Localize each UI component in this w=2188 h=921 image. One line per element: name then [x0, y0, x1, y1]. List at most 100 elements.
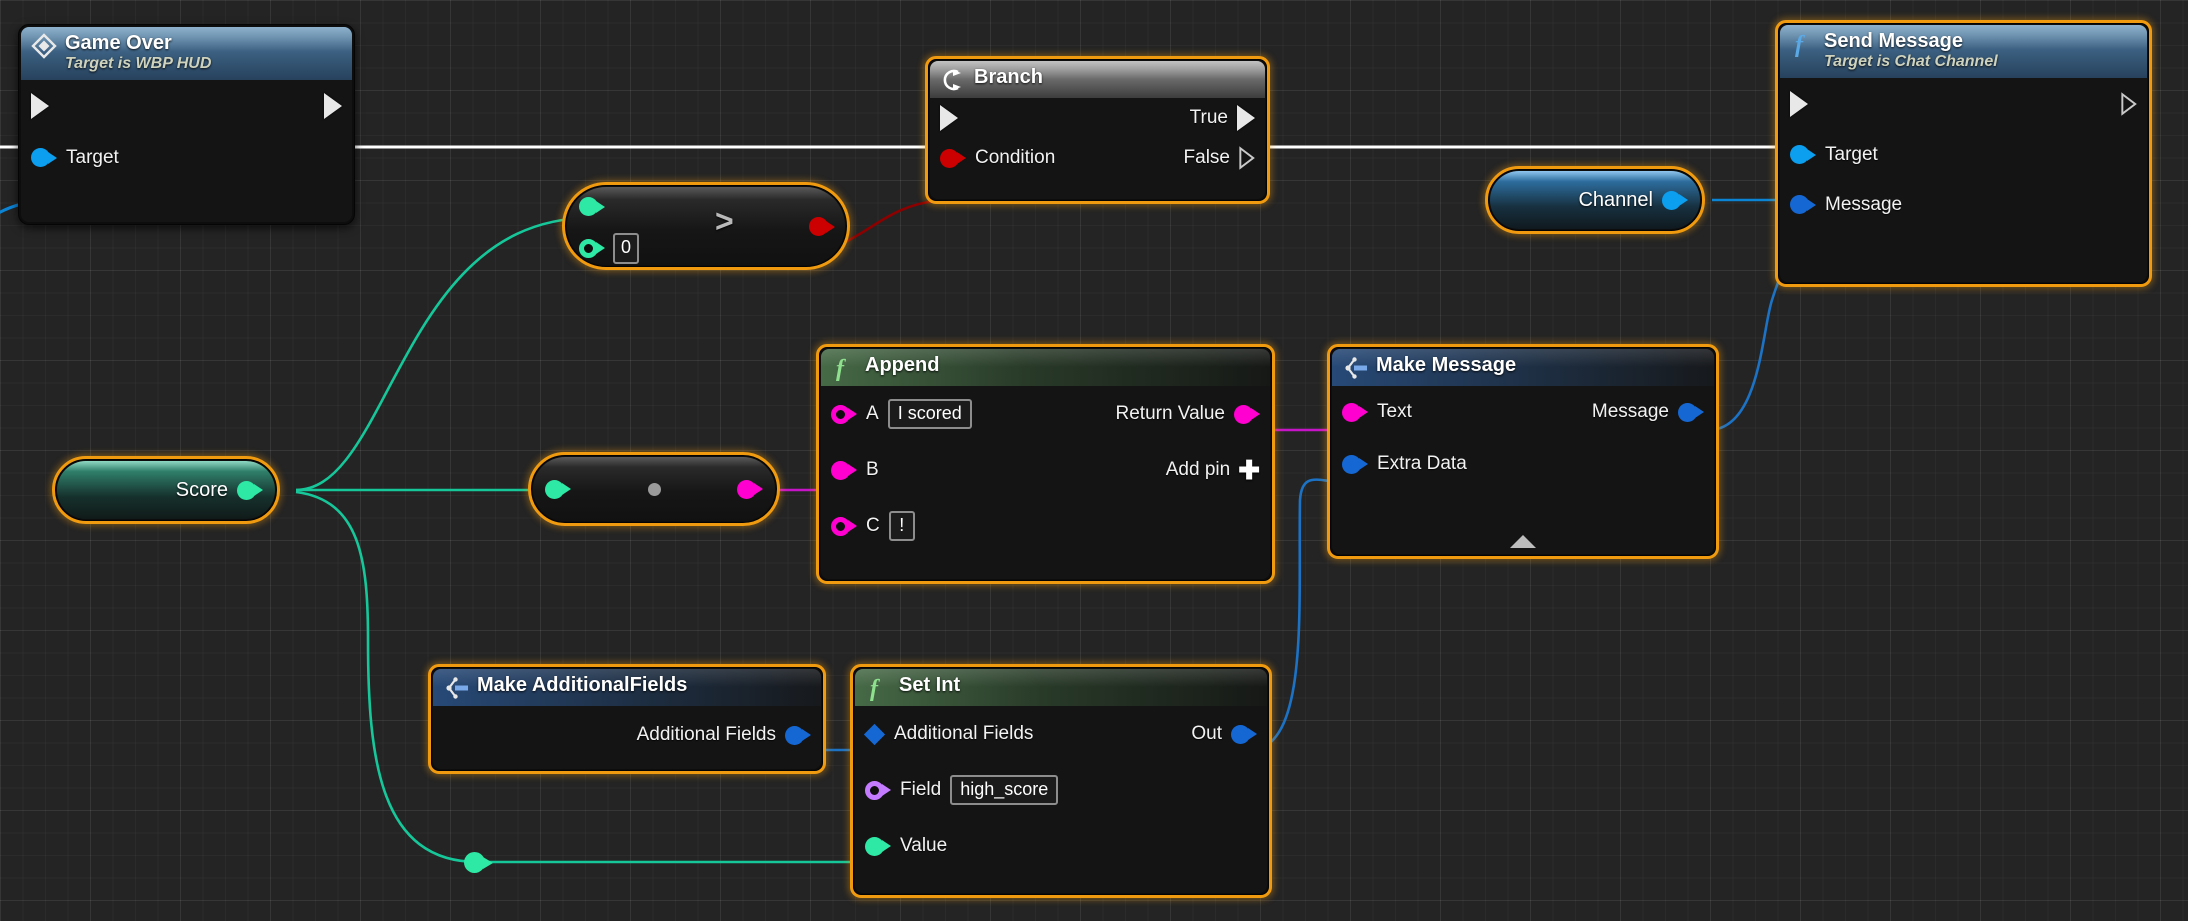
node-game-over[interactable]: Game Over Target is WBP HUD Target [18, 24, 355, 225]
exec-row [1780, 78, 2147, 130]
node-branch[interactable]: Branch True Condition False [925, 56, 1270, 204]
node-make-additional-fields[interactable]: Make AdditionalFields Additional Fields [428, 664, 826, 774]
node-make-message[interactable]: Make Message Text Message Extra Data [1327, 344, 1719, 559]
node-variable-channel[interactable]: Channel [1485, 166, 1705, 234]
pin-row-additional-fields: Additional Fields [433, 706, 821, 764]
pin-label-value: Value [900, 835, 948, 856]
target-in-pin[interactable] [1790, 145, 1816, 165]
string-out-pin[interactable] [737, 479, 763, 499]
exec-in-pin[interactable] [940, 105, 958, 131]
exec-in-pin[interactable] [31, 92, 49, 119]
field-value-input[interactable]: high_score [950, 774, 1059, 806]
add-pin-plus-icon[interactable]: ✚ [1238, 457, 1260, 483]
make-struct-icon [443, 675, 469, 701]
pin-label-true: True [1189, 107, 1228, 128]
node-body: Additional Fields [433, 706, 821, 769]
exec-in-pin[interactable] [1790, 90, 1808, 117]
target-in-pin[interactable] [31, 148, 57, 168]
node-body: Additional Fields Out Field high_score V… [855, 706, 1267, 893]
pin-label-b: B [866, 459, 879, 480]
message-in-pin[interactable] [1790, 195, 1816, 215]
field-in-pin[interactable] [865, 780, 891, 800]
node-send-message[interactable]: f Send Message Target is Chat Channel Ta… [1775, 20, 2152, 287]
score-out-pin[interactable] [237, 480, 263, 500]
node-greater-than[interactable]: 0 > [562, 182, 850, 270]
variable-label: Channel [1578, 188, 1653, 211]
node-to-string-conversion[interactable] [528, 452, 780, 526]
node-title: Branch [974, 66, 1043, 88]
blueprint-graph-canvas[interactable]: Game Over Target is WBP HUD Target Branc… [0, 0, 2188, 921]
pin-row-field: Field high_score [855, 762, 1267, 818]
b-in-pin[interactable] [831, 460, 857, 480]
node-append[interactable]: f Append A I scored Return Value B Add p… [816, 344, 1275, 584]
node-title: Send Message [1824, 30, 1963, 52]
svg-text:f: f [1795, 32, 1805, 57]
pin-label-additional-fields: Additional Fields [636, 724, 776, 745]
a-value-input[interactable]: I scored [887, 398, 972, 430]
conversion-dot-icon [647, 482, 661, 496]
additional-fields-in-pin[interactable] [863, 723, 886, 745]
exec-out-true-pin[interactable] [1237, 105, 1255, 131]
text-in-pin[interactable] [1342, 402, 1368, 422]
pin-row-additional-fields: Additional Fields Out [855, 706, 1267, 762]
return-value-out-pin[interactable] [1234, 404, 1260, 424]
node-set-int[interactable]: f Set Int Additional Fields Out Field hi… [850, 664, 1272, 898]
pin-row-target: Target [21, 132, 352, 184]
channel-out-pin[interactable] [1662, 190, 1688, 210]
function-f-icon: f [1790, 31, 1816, 57]
node-title-bar: f Send Message Target is Chat Channel [1780, 25, 2147, 78]
pin-label-message: Message [1825, 193, 1903, 215]
pin-row-message: Message [1780, 180, 2147, 230]
pin-label-target: Target [1825, 143, 1878, 165]
node-subtitle: Target is Chat Channel [1824, 53, 1998, 70]
extra-data-in-pin[interactable] [1342, 454, 1368, 474]
pin-row-value: Value [855, 818, 1267, 874]
pin-row-extra-data: Extra Data [1332, 438, 1714, 490]
value-in-pin[interactable] [545, 479, 571, 499]
node-title-bar: f Append [821, 349, 1270, 386]
pin-label-additional-fields: Additional Fields [894, 723, 1034, 744]
node-subtitle: Target is WBP HUD [65, 55, 212, 72]
wire-reroute-node[interactable] [464, 852, 493, 873]
pin-label-target: Target [66, 146, 119, 168]
pin-label-return-value: Return Value [1115, 403, 1226, 424]
c-in-pin[interactable] [831, 516, 857, 536]
svg-text:f: f [870, 676, 880, 701]
message-out-pin[interactable] [1678, 402, 1704, 422]
pin-label-message: Message [1591, 401, 1669, 422]
node-title: Make AdditionalFields [477, 674, 688, 696]
pin-row-text: Text Message [1332, 386, 1714, 438]
exec-row: True [930, 98, 1265, 138]
additional-fields-out-pin[interactable] [785, 725, 811, 745]
pin-label-out: Out [1191, 723, 1222, 744]
collapse-arrow-icon[interactable] [1510, 535, 1536, 548]
node-title: Make Message [1376, 354, 1517, 376]
b-value-input[interactable]: 0 [613, 233, 640, 264]
event-diamond-icon [31, 33, 57, 59]
add-pin-label[interactable]: Add pin [1166, 459, 1230, 481]
pin-label-extra-data: Extra Data [1377, 453, 1467, 474]
c-value-input[interactable]: ! [888, 510, 915, 542]
a-in-pin[interactable] [579, 197, 605, 216]
node-title-bar: f Set Int [855, 669, 1267, 706]
pin-label-a: A [866, 403, 879, 424]
pin-label-text: Text [1377, 401, 1412, 422]
b-in-pin[interactable] [579, 238, 605, 258]
exec-row [21, 80, 352, 132]
exec-out-false-pin[interactable] [1239, 146, 1255, 170]
bool-out-pin[interactable] [809, 217, 835, 236]
pin-label-c: C [866, 515, 880, 536]
svg-text:f: f [836, 356, 846, 381]
node-title-bar: Branch [930, 61, 1265, 98]
node-title-bar: Game Over Target is WBP HUD [21, 27, 352, 80]
variable-label: Score [175, 478, 228, 501]
exec-out-pin[interactable] [2121, 92, 2137, 116]
node-title-bar: Make AdditionalFields [433, 669, 821, 706]
exec-out-pin[interactable] [324, 92, 342, 119]
value-in-pin[interactable] [865, 836, 891, 856]
pin-row-a: A I scored Return Value [821, 386, 1270, 442]
out-pin[interactable] [1231, 724, 1257, 744]
a-in-pin[interactable] [831, 404, 857, 424]
condition-in-pin[interactable] [940, 148, 966, 168]
node-variable-score[interactable]: Score [52, 456, 280, 524]
